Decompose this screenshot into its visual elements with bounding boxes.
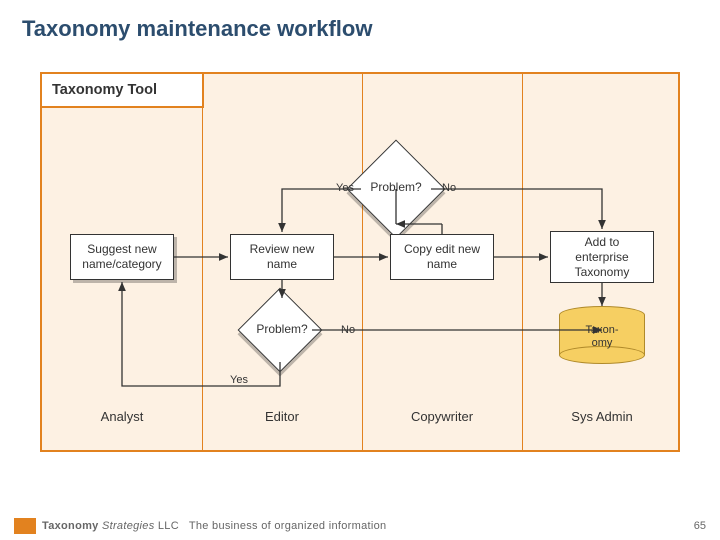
brand-suffix: LLC	[158, 520, 179, 532]
role-copywriter: Copywriter	[362, 409, 522, 424]
brand-swatch	[14, 518, 36, 534]
role-sysadmin: Sys Admin	[522, 409, 682, 424]
brand-strong: Taxonomy	[42, 520, 99, 532]
footer: Taxonomy Strategies LLC The business of …	[0, 518, 720, 534]
footer-tagline: The business of organized information	[189, 520, 387, 532]
swimlane-canvas: Taxonomy Tool Problem? Yes No Suggest ne…	[40, 72, 680, 452]
lane-separator	[522, 74, 523, 450]
branch-label-yes: Yes	[336, 182, 354, 194]
footer-brand: Taxonomy Strategies LLC The business of …	[42, 520, 386, 532]
footer-left: Taxonomy Strategies LLC The business of …	[14, 518, 386, 534]
lane-separator	[362, 74, 363, 450]
decision-label: Problem?	[232, 322, 332, 336]
lane-title: Taxonomy Tool	[40, 72, 204, 108]
branch-label-no: No	[442, 182, 456, 194]
page-number: 65	[694, 520, 706, 532]
brand-em: Strategies	[102, 520, 155, 532]
process-add: Add to enterprise Taxonomy	[550, 231, 654, 283]
slide: Taxonomy maintenance workflow Taxonomy T…	[0, 0, 720, 540]
decision-label: Problem?	[346, 180, 446, 194]
process-review: Review new name	[230, 234, 334, 280]
page-title: Taxonomy maintenance workflow	[22, 16, 372, 42]
datastore-taxonomy: Taxon- omy	[559, 306, 645, 364]
lane-separator	[202, 74, 203, 450]
branch-label-yes: Yes	[230, 374, 248, 386]
datastore-label: Taxon- omy	[559, 324, 645, 349]
process-copyedit: Copy edit new name	[390, 234, 494, 280]
branch-label-no: No	[341, 324, 355, 336]
process-suggest: Suggest new name/category	[70, 234, 174, 280]
role-analyst: Analyst	[42, 409, 202, 424]
role-editor: Editor	[202, 409, 362, 424]
